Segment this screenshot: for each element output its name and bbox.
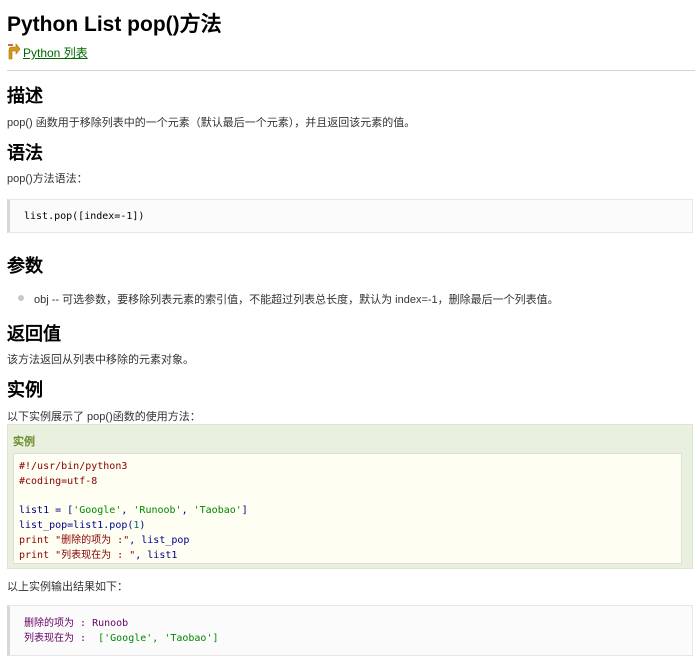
syntax-code-block: list.pop([index=-1]) [7,199,693,233]
code-token: 'Google' [73,505,122,517]
code-line: print "列表现在为 : ", list1 [19,549,676,564]
bullet-icon [18,295,24,301]
output-label: 列表现在为 : [24,633,87,644]
example-code-block: #!/usr/bin/python3 #coding=utf-8 list1 =… [13,453,682,564]
syntax-text: pop()方法语法： [7,173,88,185]
example-intro: 以下实例展示了 pop()函数的使用方法： [7,411,201,423]
back-link-row: Python 列表 [7,42,88,60]
code-line: list1 = ['Google', 'Runoob', 'Taobao'] [19,504,676,519]
code-token: "列表现在为 : " [49,549,136,561]
code-token: , list_pop [129,534,190,546]
code-token: "删除的项为 :" [49,534,130,546]
code-token: list_pop=list1.pop( [19,520,134,532]
param-item: obj -- 可选参数，要移除列表元素的索引值，不能超过列表总长度，默认为 in… [34,294,559,306]
output-label: 删除的项为 : [24,618,87,629]
code-token: , list1 [135,549,178,561]
output-value: ['Google', 'Taobao'] [86,633,219,644]
code-line: print "删除的项为 :", list_pop [19,534,676,549]
syntax-code: list.pop([index=-1]) [24,211,145,222]
code-token: ) [139,520,146,532]
up-arrow-icon [7,42,21,60]
description-text: pop() 函数用于移除列表中的一个元素（默认最后一个元素），并且返回该元素的值… [7,117,416,129]
example-box-title: 实例 [13,436,35,448]
code-token: 'Taobao' [193,505,242,517]
code-token: 'Runoob' [133,505,182,517]
code-token: print [19,549,50,561]
divider [7,70,695,71]
code-token: list1 = [ [19,505,74,517]
output-intro: 以上实例输出结果如下： [7,581,128,593]
section-heading-params: 参数 [7,256,43,276]
page-title: Python List pop()方法 [7,13,222,36]
code-line: #!/usr/bin/python3 [19,461,128,472]
section-heading-description: 描述 [7,86,43,106]
return-text: 该方法返回从列表中移除的元素对象。 [7,354,194,366]
example-box: 实例 #!/usr/bin/python3 #coding=utf-8 list… [7,424,693,569]
code-line: list_pop=list1.pop(1) [19,519,676,534]
output-line: 删除的项为 : Runoob [24,616,219,631]
code-token: ] [241,505,248,517]
output-content: 删除的项为 : Runoob 列表现在为 : ['Google', 'Taoba… [24,616,219,646]
section-heading-example: 实例 [7,380,43,400]
code-token: , [121,505,134,517]
section-heading-return: 返回值 [7,324,61,344]
code-token: , [181,505,194,517]
section-heading-syntax: 语法 [7,143,43,163]
code-token: print [19,534,50,546]
output-value: Runoob [86,618,129,629]
output-line: 列表现在为 : ['Google', 'Taobao'] [24,631,219,646]
back-link[interactable]: Python 列表 [23,46,88,60]
output-block: 删除的项为 : Runoob 列表现在为 : ['Google', 'Taoba… [7,605,693,656]
code-line: #coding=utf-8 [19,475,98,487]
